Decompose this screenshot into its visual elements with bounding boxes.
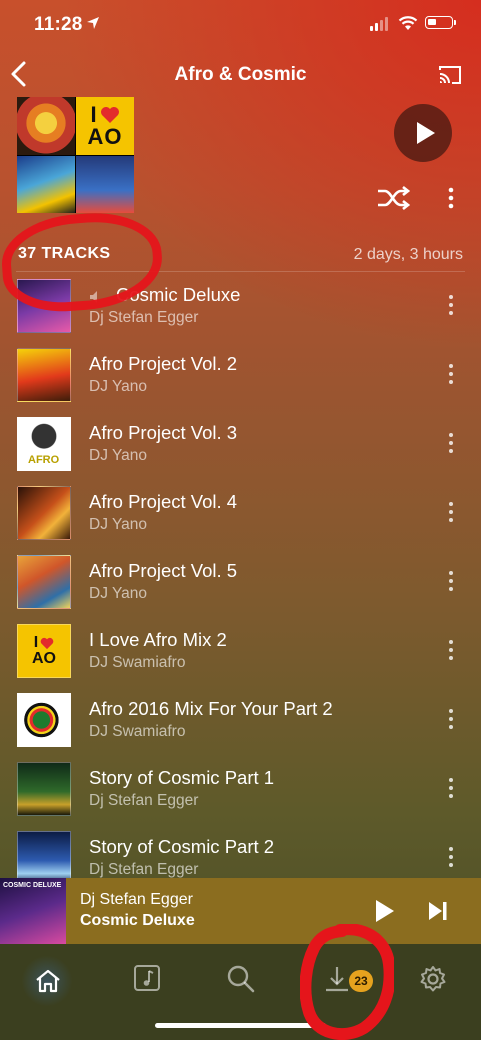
track-row[interactable]: AFRO Afro Project Vol. 3 DJ Yano	[0, 414, 481, 482]
track-more-icon[interactable]	[444, 295, 458, 319]
playlist-duration: 2 days, 3 hours	[353, 246, 463, 263]
track-more-icon[interactable]	[444, 433, 458, 457]
more-options-icon[interactable]	[445, 186, 457, 210]
track-more-icon[interactable]	[444, 640, 458, 664]
track-more-icon[interactable]	[444, 709, 458, 733]
battery-icon	[425, 16, 456, 29]
track-title: Afro Project Vol. 4	[89, 491, 238, 512]
track-list[interactable]: Cosmic Deluxe Dj Stefan Egger Afro Proje…	[0, 276, 481, 878]
track-more-icon[interactable]	[444, 778, 458, 802]
track-artist: DJ Swamiafro	[89, 723, 186, 740]
track-title: Afro Project Vol. 3	[89, 422, 238, 443]
playlist-cover-collage: I AO	[17, 97, 134, 213]
cast-icon[interactable]	[437, 64, 463, 86]
track-row[interactable]: Afro 2016 Mix For Your Part 2 DJ Swamiaf…	[0, 690, 481, 758]
track-artist: Dj Stefan Egger	[89, 861, 199, 878]
mini-player-title: Cosmic Deluxe	[80, 912, 195, 929]
track-artist: Dj Stefan Egger	[89, 309, 199, 326]
cellular-signal-icon	[370, 17, 388, 31]
track-title: Afro Project Vol. 2	[89, 353, 238, 374]
track-row[interactable]: Afro Project Vol. 5 DJ Yano	[0, 552, 481, 620]
track-artwork	[17, 348, 71, 402]
next-track-icon[interactable]	[428, 900, 448, 922]
cover-tile-4	[76, 155, 134, 213]
tab-settings-gear-icon[interactable]	[416, 962, 450, 996]
track-row[interactable]: Story of Cosmic Part 2 Dj Stefan Egger	[0, 828, 481, 878]
track-row[interactable]: Afro Project Vol. 2 DJ Yano	[0, 345, 481, 413]
track-artist: DJ Yano	[89, 447, 148, 464]
track-row[interactable]: I AO I Love Afro Mix 2 DJ Swamiafro	[0, 621, 481, 689]
track-artwork	[17, 693, 71, 747]
track-artwork: AFRO	[17, 417, 71, 471]
cover-tile-2: I AO	[76, 97, 134, 155]
track-row[interactable]: Story of Cosmic Part 1 Dj Stefan Egger	[0, 759, 481, 827]
track-artwork: I AO	[17, 624, 71, 678]
home-icon	[36, 969, 60, 993]
track-title: Story of Cosmic Part 2	[89, 836, 275, 857]
track-title: Afro Project Vol. 5	[89, 560, 238, 581]
wifi-icon	[398, 16, 418, 30]
track-more-icon[interactable]	[444, 571, 458, 595]
mini-player-artwork: COSMIC DELUXE	[0, 878, 66, 944]
tab-library-music-note-icon[interactable]	[131, 962, 165, 996]
tab-home[interactable]	[22, 956, 72, 1006]
track-artwork	[17, 762, 71, 816]
track-artist: DJ Yano	[89, 516, 148, 533]
mini-player[interactable]: COSMIC DELUXE Dj Stefan Egger Cosmic Del…	[0, 878, 481, 944]
track-more-icon[interactable]	[444, 847, 458, 871]
annotation-circle-downloads	[300, 924, 394, 1040]
track-title: Story of Cosmic Part 1	[89, 767, 275, 788]
page-title: Afro & Cosmic	[174, 64, 307, 85]
heart-icon	[100, 106, 119, 123]
track-more-icon[interactable]	[444, 502, 458, 526]
heart-icon	[40, 637, 54, 649]
tab-search-icon[interactable]	[224, 962, 258, 996]
track-artwork	[17, 486, 71, 540]
cover-tile-1	[17, 97, 75, 155]
status-time: 11:28	[34, 14, 83, 35]
mini-play-button[interactable]	[376, 900, 394, 922]
track-more-icon[interactable]	[444, 364, 458, 388]
track-row[interactable]: Afro Project Vol. 4 DJ Yano	[0, 483, 481, 551]
track-artist: Dj Stefan Egger	[89, 792, 199, 809]
track-artist: DJ Yano	[89, 585, 148, 602]
track-artist: DJ Yano	[89, 378, 148, 395]
track-title: I Love Afro Mix 2	[89, 629, 227, 650]
track-artwork	[17, 831, 71, 878]
track-artist: DJ Swamiafro	[89, 654, 186, 671]
location-arrow-icon	[87, 17, 99, 29]
track-title: Afro 2016 Mix For Your Part 2	[89, 698, 333, 719]
track-artwork	[17, 555, 71, 609]
shuffle-icon[interactable]	[376, 185, 410, 211]
cover-tile-3	[17, 155, 75, 213]
mini-player-artist: Dj Stefan Egger	[80, 891, 193, 908]
play-playlist-button[interactable]	[394, 104, 452, 162]
